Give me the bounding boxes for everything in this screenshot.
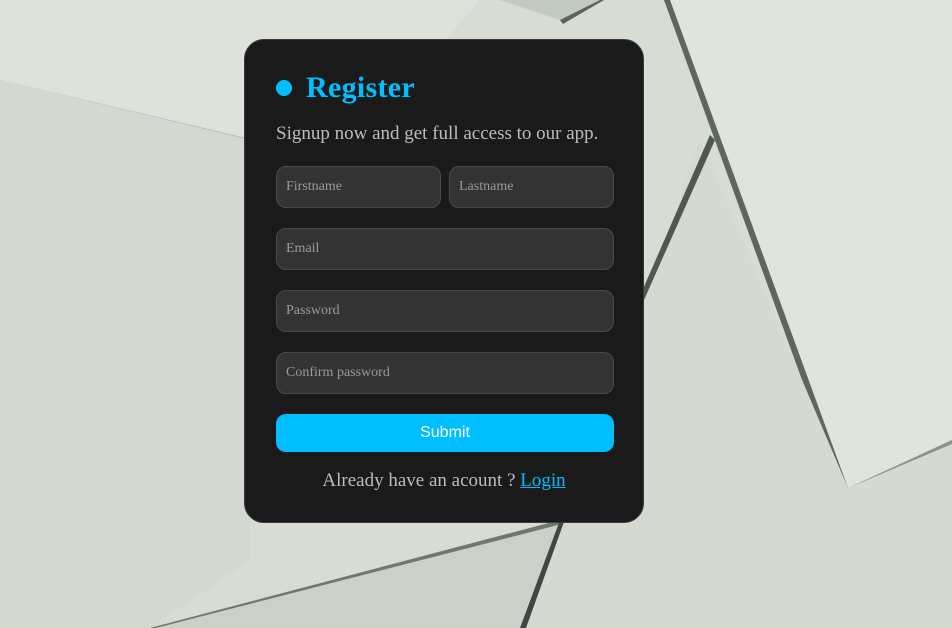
page-title: Register — [306, 71, 416, 104]
form-subtitle: Signup now and get full access to our ap… — [276, 123, 599, 144]
status-dot-icon — [276, 80, 292, 96]
lastname-input[interactable] — [449, 166, 614, 208]
title-row: Register — [276, 68, 415, 108]
login-link[interactable]: Login — [520, 470, 565, 491]
email-input[interactable] — [276, 228, 614, 270]
password-input[interactable] — [276, 290, 614, 332]
firstname-input[interactable] — [276, 166, 441, 208]
submit-button[interactable]: Submit — [276, 414, 614, 452]
confirm-password-input[interactable] — [276, 352, 614, 394]
register-card: Register Signup now and get full access … — [244, 39, 644, 523]
login-prompt-text: Already have an acount ? — [322, 470, 521, 491]
login-prompt: Already have an acount ? Login — [245, 470, 643, 492]
